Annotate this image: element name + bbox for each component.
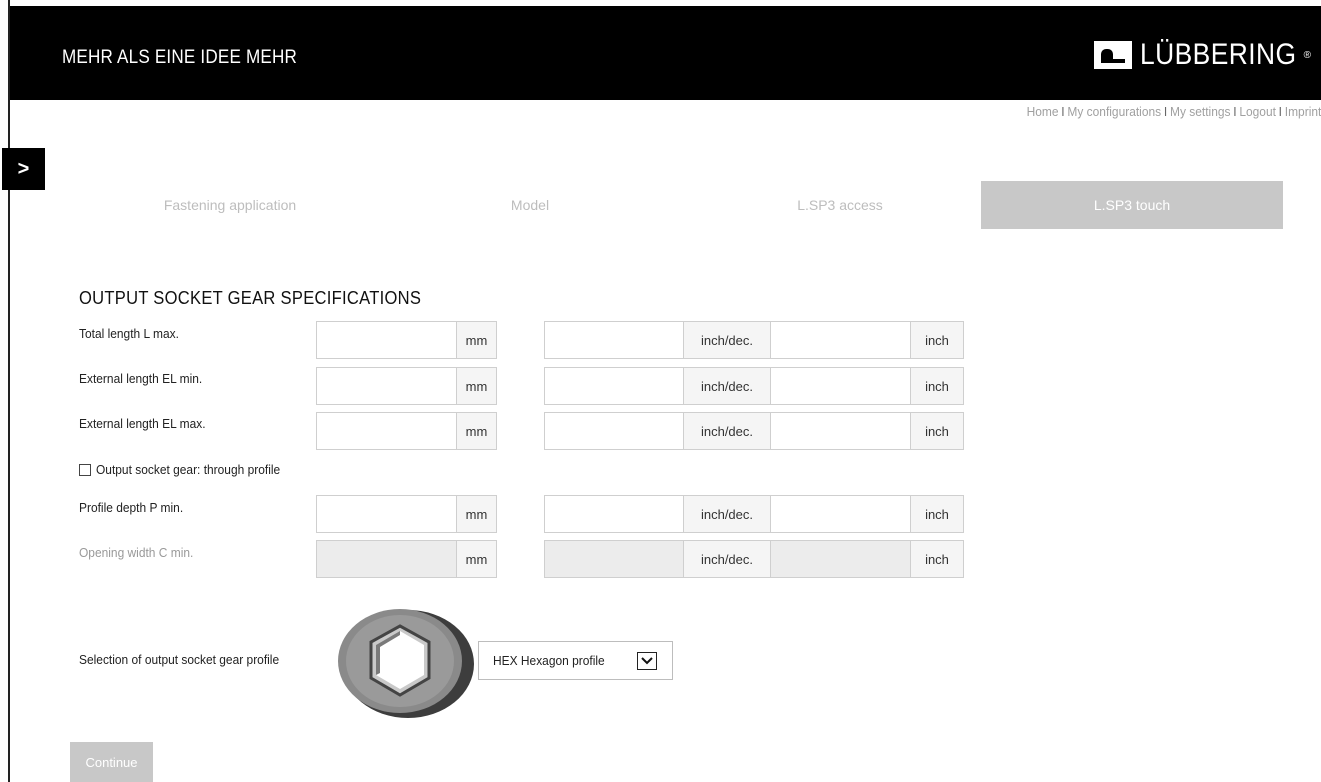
opening-width-inch-input: [770, 540, 911, 578]
unit-inch-dec: inch/dec.: [683, 412, 771, 450]
step-navigation: Fastening application Model L.SP3 access…: [10, 181, 1321, 229]
brand-logo[interactable]: LÜBBERING ®: [1093, 38, 1311, 72]
step-label: Model: [510, 197, 550, 213]
total-length-mm-input[interactable]: [316, 321, 457, 359]
continue-button[interactable]: Continue: [70, 742, 153, 782]
external-length-max-inch-input[interactable]: [770, 412, 911, 450]
total-length-inch-input[interactable]: [770, 321, 911, 359]
section-title: OUTPUT SOCKET GEAR SPECIFICATIONS: [79, 288, 422, 308]
unit-inch-dec: inch/dec.: [683, 540, 771, 578]
nav-link-my-configurations[interactable]: My configurations: [1067, 104, 1161, 119]
nav-separator: I: [1163, 104, 1167, 119]
nav-separator: I: [1060, 104, 1065, 119]
profile-select-value: HEX Hexagon profile: [493, 653, 605, 668]
step-label: L.SP3 access: [797, 197, 883, 213]
unit-inch: inch: [910, 540, 964, 578]
opening-width-mm-input: [316, 540, 457, 578]
nav-link-logout[interactable]: Logout: [1239, 104, 1276, 119]
nav-link-my-settings[interactable]: My settings: [1170, 104, 1230, 119]
unit-inch: inch: [910, 495, 964, 533]
nav-separator: I: [1278, 104, 1282, 119]
step-model[interactable]: Model: [430, 181, 630, 229]
row-label-total-length: Total length L max.: [79, 326, 179, 341]
unit-mm: mm: [456, 321, 497, 359]
unit-inch-dec: inch/dec.: [683, 495, 771, 533]
opening-width-inch-dec-input: [544, 540, 684, 578]
profile-select[interactable]: HEX Hexagon profile: [478, 641, 673, 680]
step-fastening-application[interactable]: Fastening application: [120, 181, 340, 229]
logo-registered-mark: ®: [1303, 49, 1311, 61]
external-length-max-inch-dec-input[interactable]: [544, 412, 684, 450]
step-label: L.SP3 touch: [1093, 197, 1171, 213]
chevron-down-icon[interactable]: [637, 652, 657, 670]
through-profile-option[interactable]: Output socket gear: through profile: [79, 462, 296, 477]
profile-selection-label: Selection of output socket gear profile: [79, 652, 280, 667]
page: MEHR ALS EINE IDEE MEHR LÜBBERING ® Home…: [2, 0, 1321, 782]
total-length-inch-dec-input[interactable]: [544, 321, 684, 359]
external-length-max-mm-input[interactable]: [316, 412, 457, 450]
step-lsp3-access[interactable]: L.SP3 access: [740, 181, 940, 229]
profile-depth-mm-input[interactable]: [316, 495, 457, 533]
socket-gear-image: [338, 609, 474, 718]
logo-mark-icon: [1093, 41, 1132, 69]
unit-mm: mm: [456, 367, 497, 405]
header: MEHR ALS EINE IDEE MEHR LÜBBERING ®: [10, 6, 1321, 100]
row-label-external-length-min: External length EL min.: [79, 371, 203, 386]
external-length-min-mm-input[interactable]: [316, 367, 457, 405]
row-label-opening-width: Opening width C min.: [79, 545, 194, 560]
logo-text: LÜBBERING: [1139, 38, 1297, 71]
external-length-min-inch-dec-input[interactable]: [544, 367, 684, 405]
chevron-right-icon: >: [17, 157, 30, 180]
row-label-external-length-max: External length EL max.: [79, 416, 206, 431]
external-length-min-inch-input[interactable]: [770, 367, 911, 405]
nav-link-imprint[interactable]: Imprint: [1284, 104, 1321, 119]
unit-mm: mm: [456, 540, 497, 578]
unit-inch-dec: inch/dec.: [683, 321, 771, 359]
unit-inch-dec: inch/dec.: [683, 367, 771, 405]
profile-depth-inch-input[interactable]: [770, 495, 911, 533]
nav-link-home[interactable]: Home: [1026, 104, 1058, 119]
unit-inch: inch: [910, 367, 964, 405]
through-profile-checkbox[interactable]: [79, 463, 91, 476]
unit-mm: mm: [456, 495, 497, 533]
step-lsp3-touch[interactable]: L.SP3 touch: [981, 181, 1283, 229]
nav-separator: I: [1232, 104, 1237, 119]
unit-inch: inch: [910, 412, 964, 450]
top-navigation: Home I My configurations I My settings I Logou…: [1026, 104, 1321, 119]
through-profile-label: Output socket gear: through profile: [96, 462, 281, 477]
unit-inch: inch: [910, 321, 964, 359]
profile-depth-inch-dec-input[interactable]: [544, 495, 684, 533]
header-slogan: MEHR ALS EINE IDEE MEHR: [62, 47, 298, 68]
unit-mm: mm: [456, 412, 497, 450]
step-label: Fastening application: [163, 197, 297, 213]
row-label-profile-depth: Profile depth P min.: [79, 500, 184, 515]
